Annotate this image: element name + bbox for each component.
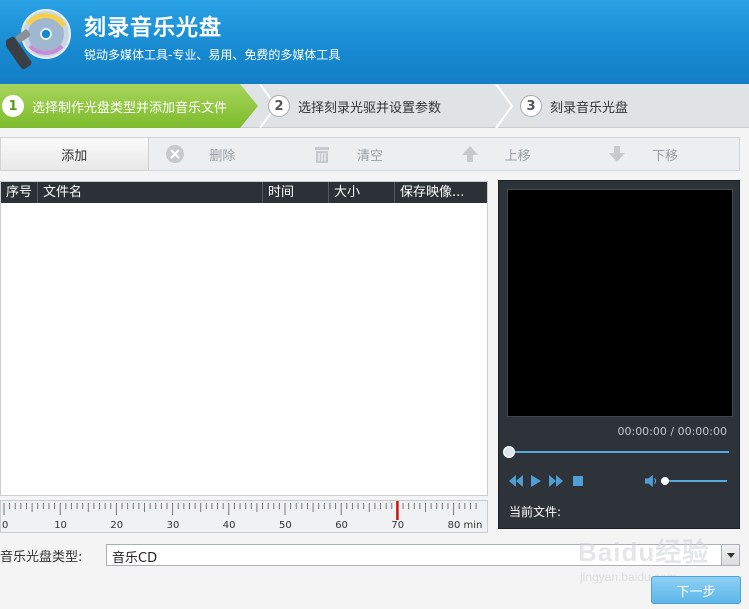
preview-player: 00:00:00 / 00:00:00 当前文件: <box>498 180 740 529</box>
move-up-button-label: 上移 <box>504 148 531 164</box>
playback-time: 00:00:00 / 00:00:00 <box>617 425 727 438</box>
fast-forward-icon[interactable] <box>549 474 563 488</box>
column-header-filename[interactable]: 文件名 <box>38 182 263 203</box>
step-1[interactable]: 1 选择制作光盘类型并添加音乐文件 <box>0 84 258 128</box>
delete-icon <box>165 144 185 164</box>
capacity-ruler-scale: 0 10 20 30 40 50 60 70 80 min <box>2 501 483 531</box>
clear-button[interactable]: 清空 <box>296 138 444 170</box>
column-header-index[interactable]: 序号 <box>1 182 38 203</box>
add-button-label: 添加 <box>61 148 88 164</box>
file-toolbar: 添加 删除 清空 上移 下移 <box>0 137 740 171</box>
ruler-tick-label: 20 <box>110 520 123 531</box>
column-header-time[interactable]: 时间 <box>263 182 329 203</box>
delete-button-label: 删除 <box>209 148 236 164</box>
app-header: 刻录音乐光盘 锐动多媒体工具-专业、易用、免费的多媒体工具 <box>0 0 749 84</box>
ruler-tick-label: 0 <box>2 520 8 531</box>
volume-slider[interactable] <box>663 480 727 482</box>
step-separator-icon <box>495 84 514 128</box>
arrow-down-icon <box>607 144 627 164</box>
move-down-button[interactable]: 下移 <box>591 138 739 170</box>
ruler-tick-label: 40 <box>223 520 236 531</box>
app-title: 刻录音乐光盘 <box>84 16 223 41</box>
next-step-button-label: 下一步 <box>676 584 716 600</box>
step-3[interactable]: 3 刻录音乐光盘 <box>520 84 628 128</box>
delete-button[interactable]: 删除 <box>149 138 297 170</box>
step-2-number: 2 <box>268 95 290 117</box>
ruler-tick-label: 10 <box>54 520 67 531</box>
rewind-icon[interactable] <box>509 474 523 488</box>
volume-handle[interactable] <box>661 477 669 485</box>
move-up-button[interactable]: 上移 <box>444 138 592 170</box>
wizard-steps: 1 选择制作光盘类型并添加音乐文件 2 选择刻录光驱并设置参数 3 刻录音乐光盘 <box>0 84 749 128</box>
disc-type-value: 音乐CD <box>112 551 158 566</box>
volume-icon[interactable] <box>645 474 659 488</box>
disc-torch-icon <box>6 9 71 70</box>
step-3-label: 刻录音乐光盘 <box>550 100 629 116</box>
arrow-up-icon <box>460 144 480 164</box>
ruler-tick-label: 30 <box>167 520 180 531</box>
step-1-label: 选择制作光盘类型并添加音乐文件 <box>32 100 228 116</box>
capacity-ruler: 0 10 20 30 40 50 60 70 80 min <box>0 500 488 533</box>
disc-type-select[interactable]: 音乐CD <box>106 544 740 566</box>
step-2[interactable]: 2 选择刻录光驱并设置参数 <box>268 84 441 128</box>
video-screen <box>507 189 733 417</box>
ruler-tick-label: 60 <box>335 520 348 531</box>
step-1-number: 1 <box>2 95 24 117</box>
ruler-tick-label: 50 <box>279 520 292 531</box>
next-step-button[interactable]: 下一步 <box>651 576 741 604</box>
disc-type-label: 音乐光盘类型: <box>0 550 83 565</box>
add-button[interactable]: 添加 <box>1 138 149 170</box>
seek-bar[interactable] <box>509 451 729 453</box>
move-down-button-label: 下移 <box>652 148 679 164</box>
app-subtitle: 锐动多媒体工具-专业、易用、免费的多媒体工具 <box>84 48 341 62</box>
chevron-down-icon[interactable] <box>721 545 739 565</box>
stop-icon[interactable] <box>571 474 585 488</box>
clear-button-label: 清空 <box>356 148 383 164</box>
ruler-tick-label: 70 <box>391 520 404 531</box>
play-icon[interactable] <box>529 474 543 488</box>
trash-icon <box>312 144 332 164</box>
music-file-list[interactable]: 序号 文件名 时间 大小 保存映像... <box>0 181 488 496</box>
ruler-tick-label: 80 min <box>448 520 483 531</box>
seek-handle[interactable] <box>503 446 515 458</box>
column-header-save-image[interactable]: 保存映像... <box>395 182 487 203</box>
step-2-label: 选择刻录光驱并设置参数 <box>298 100 442 116</box>
column-header-size[interactable]: 大小 <box>329 182 395 203</box>
list-header: 序号 文件名 时间 大小 保存映像... <box>1 182 487 203</box>
current-file-label: 当前文件: <box>509 505 562 519</box>
step-3-number: 3 <box>520 95 542 117</box>
